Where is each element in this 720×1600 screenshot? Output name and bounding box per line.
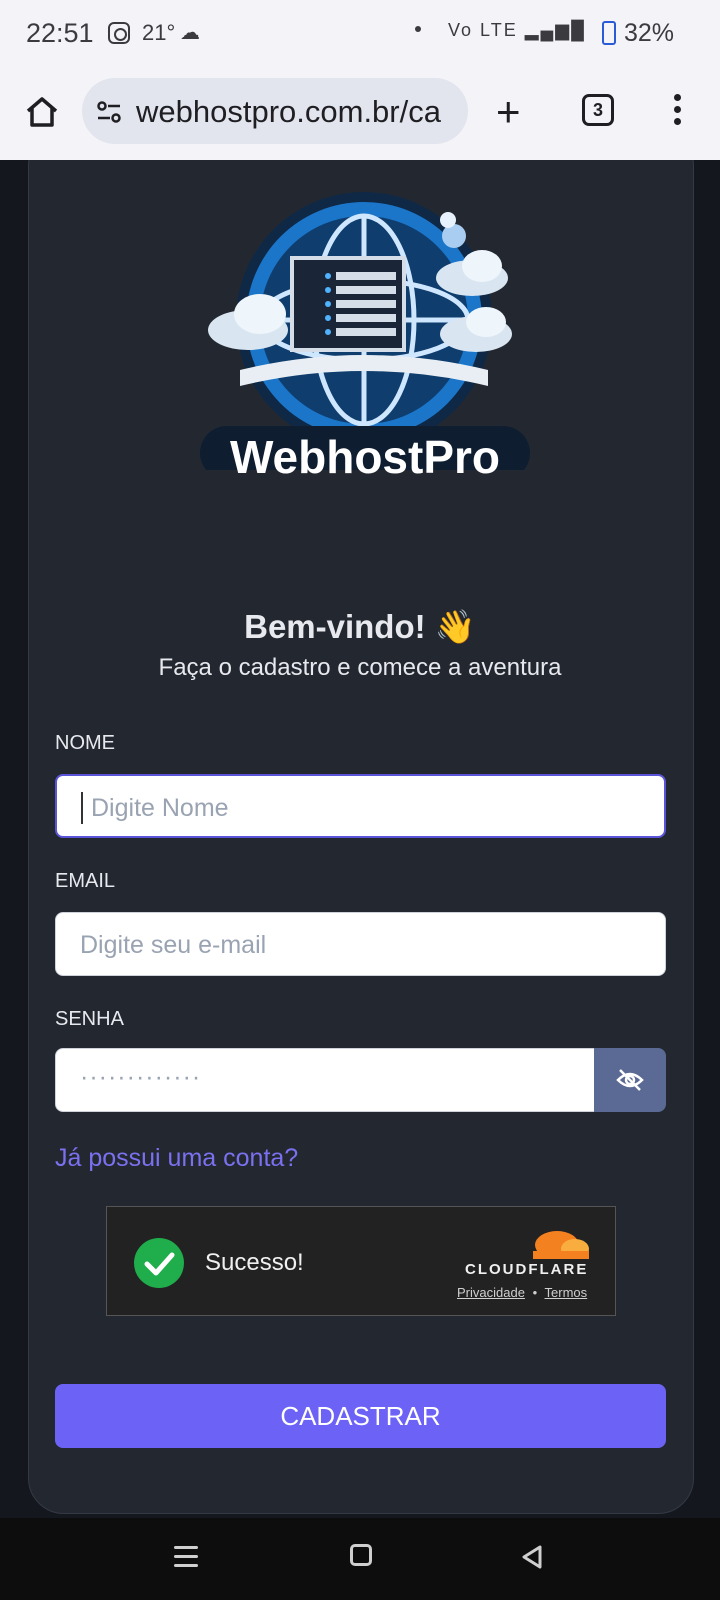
- battery-percent: 32%: [624, 19, 675, 47]
- captcha-status: Sucesso!: [205, 1249, 304, 1276]
- logo-wordmark: WebhostPro: [229, 431, 501, 483]
- tabs-icon[interactable]: 3: [582, 94, 614, 126]
- weather-icon: ☁: [180, 22, 200, 44]
- email-placeholder: Digite seu e-mail: [80, 931, 267, 959]
- cloudflare-links: Privacidade • Termos: [457, 1285, 587, 1300]
- home-icon[interactable]: [24, 94, 60, 130]
- eye-off-icon: [616, 1069, 644, 1091]
- network-icons: Vo LTE ▂▄▆█: [448, 20, 586, 40]
- status-bar: 22:51 21° ☁ Vo LTE ▂▄▆█ 32%: [0, 0, 720, 68]
- instagram-icon: [108, 22, 130, 44]
- browser-toolbar: webhostpro.com.br/ca + 3: [0, 68, 720, 160]
- email-label: EMAIL: [55, 870, 116, 892]
- password-input[interactable]: ·············: [55, 1048, 595, 1112]
- url-text[interactable]: webhostpro.com.br/ca: [136, 94, 441, 130]
- more-icon[interactable]: [674, 94, 682, 128]
- battery-charging-icon: [602, 21, 616, 45]
- terms-link[interactable]: Termos: [545, 1285, 588, 1300]
- password-value: ·············: [80, 1063, 202, 1091]
- register-button[interactable]: CADASTRAR: [55, 1384, 666, 1448]
- status-time: 22:51: [26, 18, 94, 48]
- recents-icon[interactable]: [174, 1546, 198, 1568]
- webhostpro-logo: [200, 192, 530, 470]
- name-input[interactable]: Digite Nome: [55, 774, 666, 838]
- name-label: NOME: [55, 732, 115, 754]
- welcome-subtitle: Faça o cadastro e comece a aventura: [158, 654, 562, 681]
- notification-dot-icon: [415, 26, 421, 32]
- login-link[interactable]: Já possui uma conta?: [55, 1144, 298, 1173]
- home-nav-icon[interactable]: [350, 1544, 372, 1566]
- text-caret: [81, 792, 83, 824]
- cloudflare-wordmark: CLOUDFLARE: [465, 1261, 589, 1278]
- cloudflare-cloud-icon: [533, 1231, 589, 1259]
- back-icon[interactable]: [520, 1544, 544, 1570]
- privacy-link[interactable]: Privacidade: [457, 1285, 525, 1300]
- password-label: SENHA: [55, 1008, 124, 1030]
- cloudflare-captcha[interactable]: Sucesso! CLOUDFLARE Privacidade • Termos: [106, 1206, 616, 1316]
- address-bar[interactable]: webhostpro.com.br/ca: [82, 78, 468, 144]
- welcome-heading: Bem-vindo! 👋: [244, 608, 476, 645]
- email-input[interactable]: Digite seu e-mail: [55, 912, 666, 976]
- toggle-password-button[interactable]: [594, 1048, 666, 1112]
- success-check-icon: [134, 1238, 184, 1288]
- site-settings-icon[interactable]: [96, 99, 122, 125]
- links-separator: •: [532, 1285, 538, 1300]
- name-placeholder: Digite Nome: [91, 794, 229, 822]
- system-navigation-bar: [0, 1518, 720, 1600]
- new-tab-icon[interactable]: +: [496, 91, 521, 133]
- status-temperature: 21°: [142, 20, 176, 45]
